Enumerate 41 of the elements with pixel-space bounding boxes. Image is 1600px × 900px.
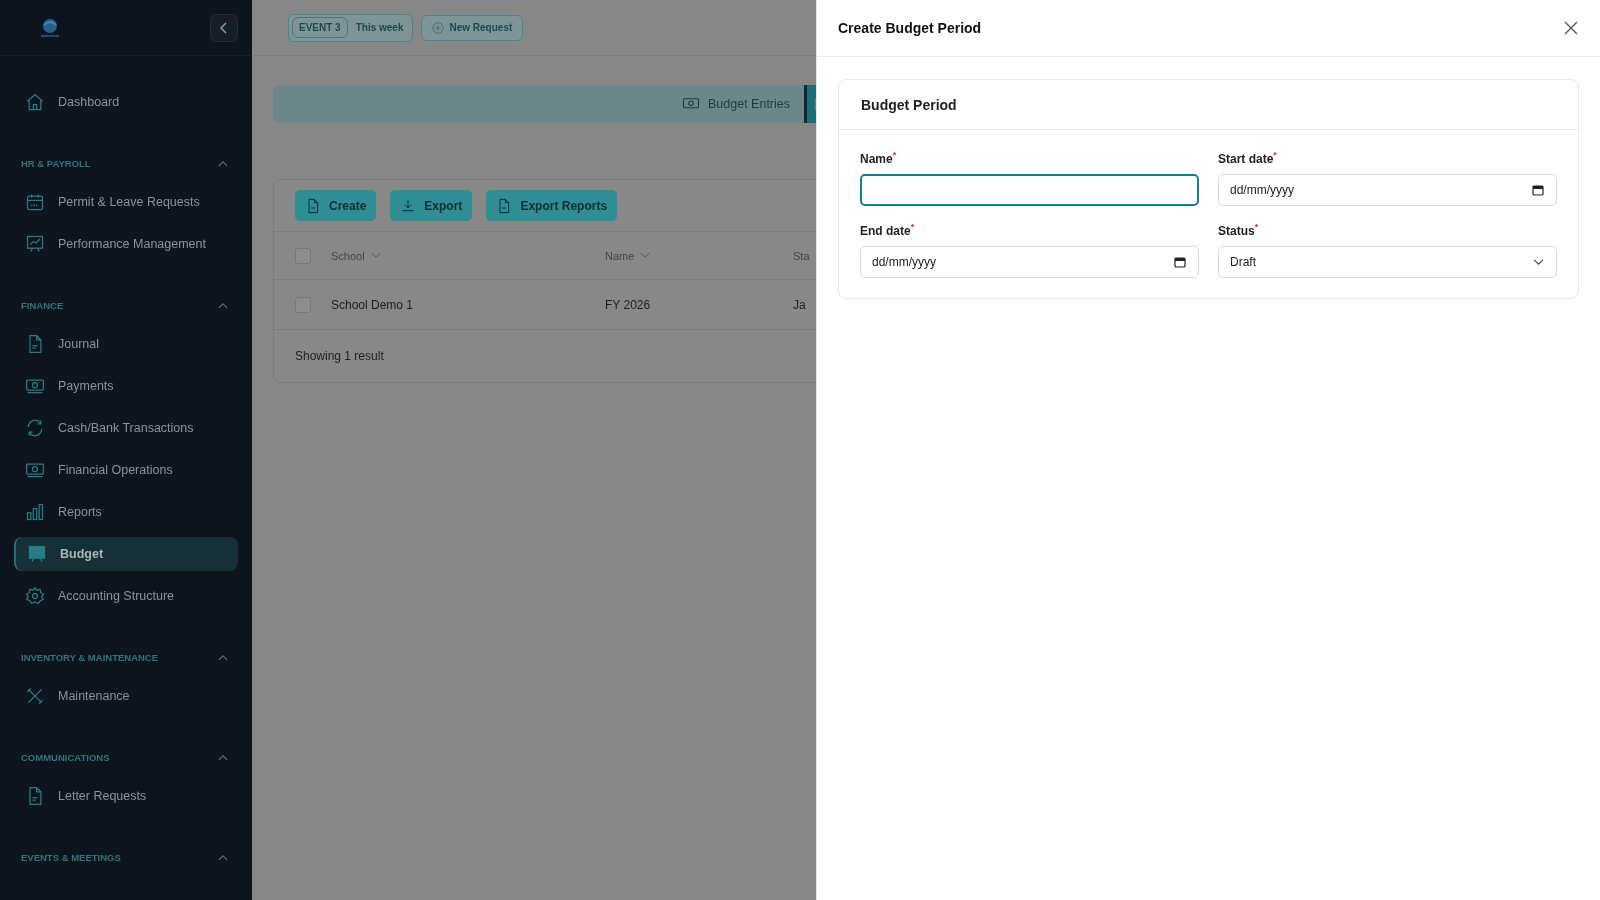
field-label: Start date$^{*}$: [1218, 150, 1278, 166]
nav-item[interactable]: Budget: [14, 537, 238, 571]
nav-item[interactable]: Journal: [14, 327, 238, 361]
required-mark: *: [910, 222, 915, 232]
required-mark: *: [1254, 222, 1259, 232]
required-mark: *: [1273, 150, 1277, 160]
field-label: Status$^{*}$: [1218, 222, 1260, 238]
event-badge: EVENT 3: [292, 17, 348, 38]
table-cell: Ja: [793, 297, 806, 312]
date-field[interactable]: dd/mm/yyyy: [860, 246, 1199, 278]
nav-item[interactable]: Payments: [14, 369, 238, 403]
drawer-title: Create Budget Period: [838, 20, 982, 36]
nav-item[interactable]: Financial Operations: [14, 453, 238, 487]
new-request-button[interactable]: New Request: [420, 14, 524, 41]
status-select[interactable]: Draft: [1218, 246, 1557, 278]
card-title: Budget Period: [839, 80, 1578, 130]
field-label: End date$^{*}$: [860, 222, 916, 238]
export-reports-button[interactable]: Export Reports: [486, 190, 618, 221]
nav-item[interactable]: Accounting Structure: [14, 579, 238, 613]
section-heading: EVENTS & MEETINGS: [21, 852, 121, 863]
required-mark: *: [892, 150, 897, 160]
section-heading: FINANCE: [21, 300, 64, 311]
date-field[interactable]: dd/mm/yyyy: [1218, 174, 1557, 206]
nav-item[interactable]: Performance Management: [14, 227, 238, 261]
nav-item[interactable]: Dashboard: [14, 85, 238, 119]
section-heading: COMMUNICATIONS: [21, 752, 110, 763]
nav-item[interactable]: Cash/Bank Transactions: [14, 411, 238, 445]
nav-item[interactable]: Letter Requests: [14, 779, 238, 813]
table-cell-text: FY 2026: [605, 297, 652, 312]
event-chip[interactable]: EVENT 3 This week: [288, 13, 413, 42]
section-heading: INVENTORY & MAINTENANCE: [21, 652, 159, 663]
create-button[interactable]: Create: [295, 190, 377, 221]
event-label: This week: [355, 22, 404, 33]
export-button[interactable]: Export: [390, 190, 473, 221]
field-label: Name$^{*}$: [860, 150, 898, 166]
result-count: Showing 1 result: [294, 348, 385, 365]
section-heading: HR & PAYROLL: [21, 158, 91, 169]
nav-item[interactable]: Reports: [14, 495, 238, 529]
nav-item[interactable]: Maintenance: [14, 679, 238, 713]
table-cell-text: School Demo 1: [331, 297, 415, 312]
nav-item[interactable]: Permit & Leave Requests: [14, 185, 238, 219]
